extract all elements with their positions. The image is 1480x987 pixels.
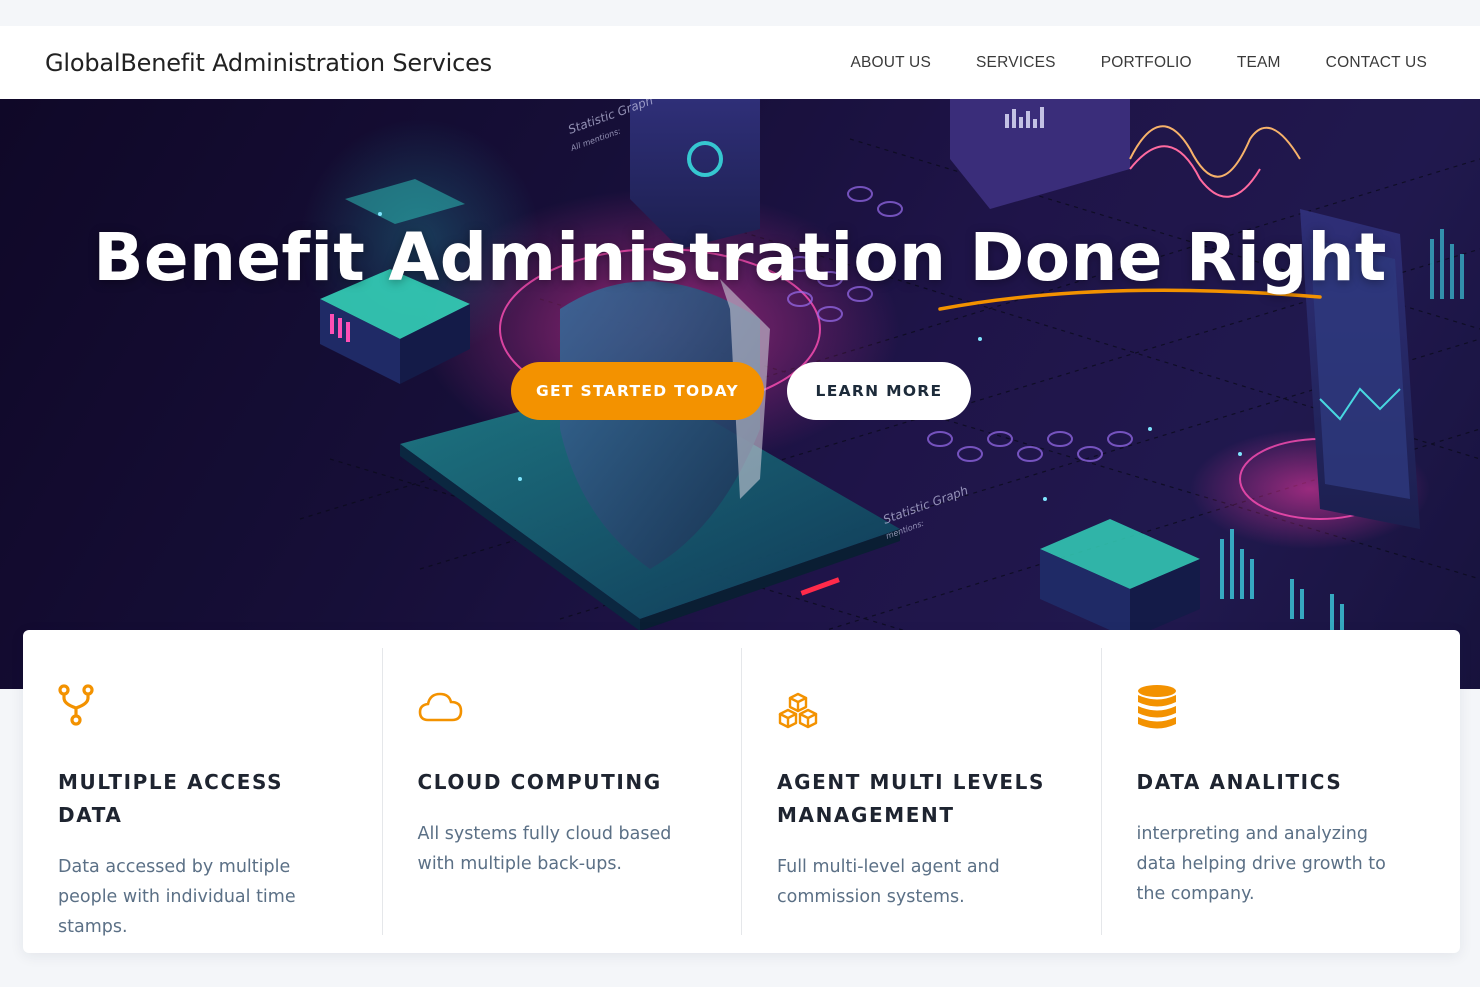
fork-icon — [58, 684, 347, 732]
main-nav: ABOUT US SERVICES PORTFOLIO TEAM CONTACT… — [850, 54, 1427, 72]
features-card: MULTIPLE ACCESS DATA Data accessed by mu… — [23, 630, 1460, 953]
feature-title: AGENT MULTI LEVELS MANAGEMENT — [777, 770, 1046, 827]
get-started-button[interactable]: GET STARTED TODAY — [511, 362, 764, 420]
cubes-icon — [777, 684, 1066, 732]
feature-description: Full multi-level agent and commission sy… — [777, 857, 1000, 907]
feature-data-analitics: DATA ANALITICS interpreting and analyzin… — [1100, 648, 1461, 935]
feature-title: MULTIPLE ACCESS DATA — [58, 770, 284, 827]
hero-title: Benefit Administration Done Right — [93, 219, 1387, 296]
database-icon — [1137, 684, 1426, 732]
learn-more-button[interactable]: LEARN MORE — [787, 362, 971, 420]
cloud-icon — [418, 684, 707, 732]
nav-portfolio[interactable]: PORTFOLIO — [1101, 54, 1192, 72]
site-header: GlobalBenefit Administration Services AB… — [0, 26, 1480, 99]
nav-about-us[interactable]: ABOUT US — [850, 54, 931, 72]
feature-title: CLOUD COMPUTING — [417, 770, 662, 794]
feature-cloud-computing: CLOUD COMPUTING All systems fully cloud … — [381, 648, 742, 935]
hero-section: Statistic Graph All mentions: Statistic … — [0, 99, 1480, 689]
feature-multiple-access-data: MULTIPLE ACCESS DATA Data accessed by mu… — [23, 648, 382, 937]
site-brand[interactable]: GlobalBenefit Administration Services — [45, 49, 492, 77]
nav-services[interactable]: SERVICES — [976, 54, 1056, 72]
nav-contact-us[interactable]: CONTACT US — [1326, 54, 1427, 72]
feature-description: All systems fully cloud based with multi… — [417, 824, 672, 874]
nav-team[interactable]: TEAM — [1237, 54, 1281, 72]
feature-title: DATA ANALITICS — [1136, 770, 1343, 794]
feature-description: Data accessed by multiple people with in… — [58, 857, 296, 937]
feature-agent-multi-levels: AGENT MULTI LEVELS MANAGEMENT Full multi… — [741, 648, 1101, 935]
feature-description: interpreting and analyzing data helping … — [1136, 824, 1386, 904]
